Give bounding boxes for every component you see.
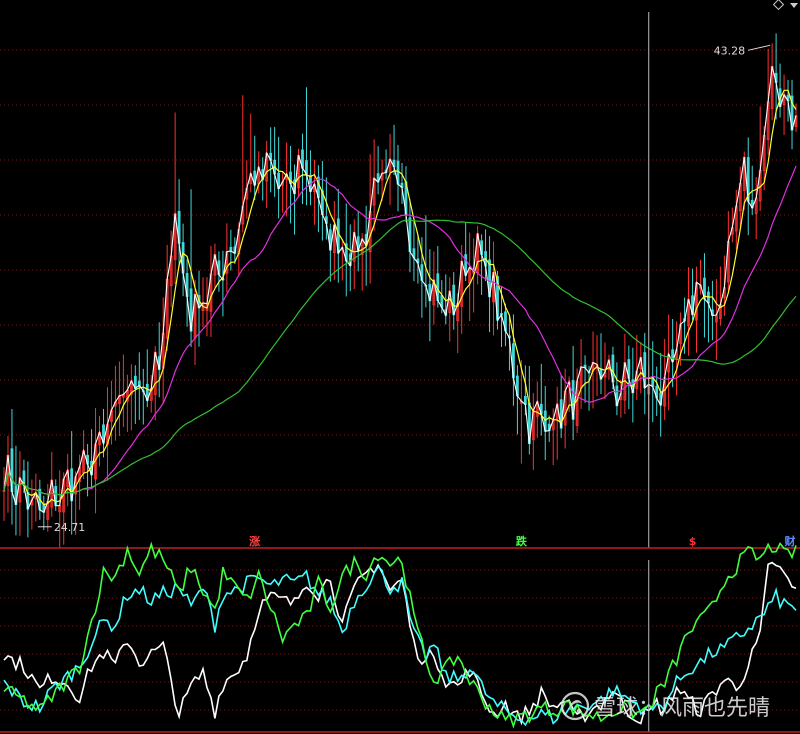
high-price-label: 43.28 (714, 44, 746, 57)
marker-finance: 财 (784, 534, 796, 548)
low-price-label: 24.71 (54, 521, 85, 534)
price-line-series (3, 66, 797, 514)
low-price-annotation: 24.71 (37, 521, 85, 534)
candle-body (229, 246, 233, 252)
price-series-line (3, 66, 797, 514)
marker-dollar: $ (689, 535, 697, 548)
indicator-grid (0, 569, 800, 711)
marker-rise: 涨 (249, 534, 260, 548)
high-price-arrow (748, 44, 771, 51)
price-grid (0, 49, 800, 491)
high-price-annotation: 43.28 (714, 44, 771, 57)
corner-icons[interactable] (772, 0, 798, 11)
signal-marker-row: 涨 跌 $ 财 (249, 534, 795, 548)
price-series-line (3, 219, 797, 496)
marker-fall: 跌 (516, 534, 528, 548)
collapse-triangle-icon[interactable] (790, 3, 798, 8)
price-panel: 43.28 24.71 (0, 0, 800, 549)
candle-body (707, 291, 710, 304)
price-series-line (3, 89, 797, 506)
watermark: 雪球：风雨也先晴 (560, 691, 770, 721)
stock-chart: 43.28 24.71 涨 跌 $ 财 雪球：风雨也先晴 (0, 0, 800, 733)
settings-diamond-icon[interactable] (772, 0, 785, 11)
watermark-text: 雪球：风雨也先晴 (594, 696, 770, 721)
